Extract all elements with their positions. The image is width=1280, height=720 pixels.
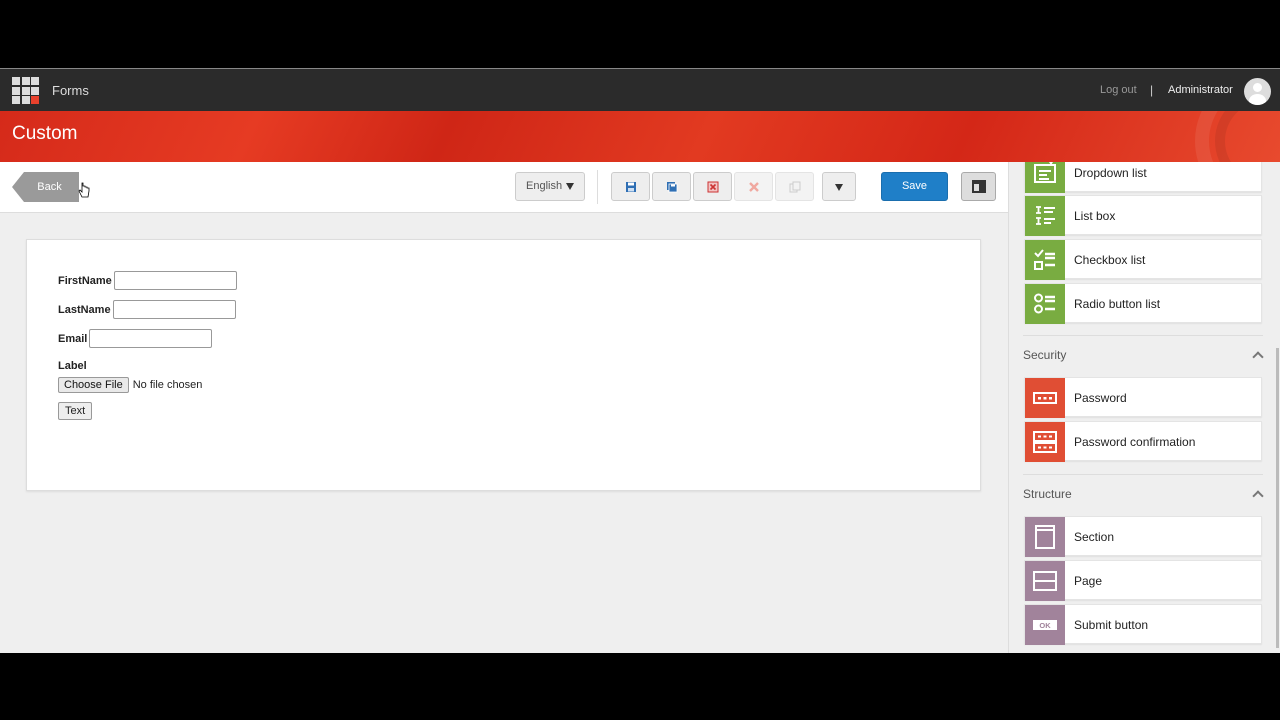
remove-button[interactable] — [734, 172, 773, 201]
top-bar: Forms Log out | Administrator — [0, 68, 1280, 111]
submit-badge-text: OK — [1039, 621, 1051, 630]
save-button[interactable]: Save — [881, 172, 948, 201]
palette-item-label: Radio button list — [1074, 297, 1161, 311]
copy-icon — [789, 181, 801, 193]
app-window: Forms Log out | Administrator Custom Bac… — [0, 68, 1280, 653]
page-title: Custom — [12, 123, 78, 144]
field-palette-sidebar: Dropdown list List box Checkbox list Rad… — [1008, 162, 1280, 653]
remove-icon — [749, 182, 759, 192]
palette-item-radio-button-list[interactable]: Radio button list — [1024, 283, 1262, 324]
checkbox-list-icon — [1034, 249, 1055, 270]
palette-item-password-confirmation[interactable]: Password confirmation — [1024, 421, 1262, 462]
form-row-firstname: FirstName — [58, 271, 237, 290]
palette-item-checkbox-list[interactable]: Checkbox list — [1024, 239, 1262, 280]
palette-item-page[interactable]: Page — [1024, 560, 1262, 601]
palette-item-dropdown-list[interactable]: Dropdown list — [1024, 162, 1262, 193]
sidebar-scrollbar[interactable] — [1276, 348, 1279, 648]
firstname-input[interactable] — [113, 271, 237, 290]
palette-item-label: Section — [1074, 530, 1115, 544]
palette-item-label: Checkbox list — [1074, 253, 1146, 267]
radio-list-icon — [1034, 293, 1055, 314]
save-as-button[interactable] — [652, 172, 691, 201]
palette-item-submit-button[interactable]: OK Submit button — [1024, 604, 1262, 645]
language-label: English — [526, 180, 563, 192]
no-file-text: No file chosen — [132, 379, 203, 391]
logout-link[interactable]: Log out — [1100, 84, 1137, 96]
delete-icon — [707, 181, 719, 193]
delete-button[interactable] — [693, 172, 732, 201]
panel-toggle-icon — [972, 180, 986, 193]
letterbox-bottom — [0, 653, 1280, 720]
file-field-label: Label — [58, 360, 87, 372]
palette-item-password[interactable]: Password — [1024, 377, 1262, 418]
section-divider — [1023, 335, 1263, 336]
field-label-lastname: LastName — [58, 303, 111, 316]
palette-item-label: List box — [1074, 209, 1116, 223]
chevron-down-icon — [566, 183, 574, 190]
choose-file-button[interactable]: Choose File — [58, 377, 129, 393]
back-button[interactable]: Back — [12, 172, 79, 202]
page-header: Custom — [0, 111, 1280, 162]
chevron-up-icon[interactable] — [1252, 490, 1264, 502]
palette-item-section[interactable]: Section — [1024, 516, 1262, 557]
palette-item-list-box[interactable]: List box — [1024, 195, 1262, 236]
palette-item-label: Password — [1074, 391, 1127, 405]
save-icon — [626, 182, 636, 192]
panel-toggle-button[interactable] — [961, 172, 996, 201]
text-button[interactable]: Text — [58, 402, 93, 420]
section-divider — [1023, 474, 1263, 475]
language-dropdown[interactable]: English — [515, 172, 585, 201]
form-canvas: FirstName LastName Email Label Choose Fi… — [26, 239, 981, 491]
page-icon — [1033, 571, 1057, 591]
list-box-icon — [1036, 206, 1055, 225]
save-icon-button[interactable] — [611, 172, 650, 201]
copy-button[interactable] — [775, 172, 814, 201]
lastname-input[interactable] — [112, 300, 236, 319]
field-label-firstname: FirstName — [58, 274, 112, 287]
header-separator: | — [1150, 83, 1154, 97]
user-name[interactable]: Administrator — [1168, 84, 1233, 96]
more-options-button[interactable] — [822, 172, 856, 201]
letterbox-top — [0, 0, 1280, 68]
chevron-up-icon[interactable] — [1252, 351, 1264, 363]
section-icon — [1035, 525, 1055, 549]
email-input[interactable] — [89, 329, 213, 348]
form-row-lastname: LastName — [58, 300, 236, 319]
palette-item-label: Page — [1074, 574, 1103, 588]
section-title-structure: Structure — [1023, 487, 1072, 501]
avatar-icon[interactable] — [1244, 78, 1271, 105]
palette-item-label: Submit button — [1074, 618, 1149, 632]
file-upload: Choose File No file chosen — [58, 377, 202, 393]
app-grid-icon[interactable] — [12, 77, 39, 104]
section-title-security: Security — [1023, 348, 1067, 362]
password-icon — [1033, 392, 1057, 404]
app-title[interactable]: Forms — [52, 83, 89, 98]
toolbar-divider — [597, 170, 598, 204]
save-as-icon — [667, 182, 678, 193]
password-confirmation-icon — [1033, 431, 1057, 453]
field-label-email: Email — [58, 332, 88, 345]
more-caret-icon — [835, 184, 843, 191]
form-row-email: Email — [58, 329, 213, 348]
toolbar: Back English Save — [0, 162, 1008, 213]
palette-item-label: Password confirmation — [1074, 435, 1196, 449]
submit-button-icon: OK — [1033, 620, 1057, 630]
dropdown-list-icon — [1034, 162, 1056, 183]
palette-item-label: Dropdown list — [1074, 166, 1147, 180]
mouse-cursor-icon — [78, 182, 90, 198]
